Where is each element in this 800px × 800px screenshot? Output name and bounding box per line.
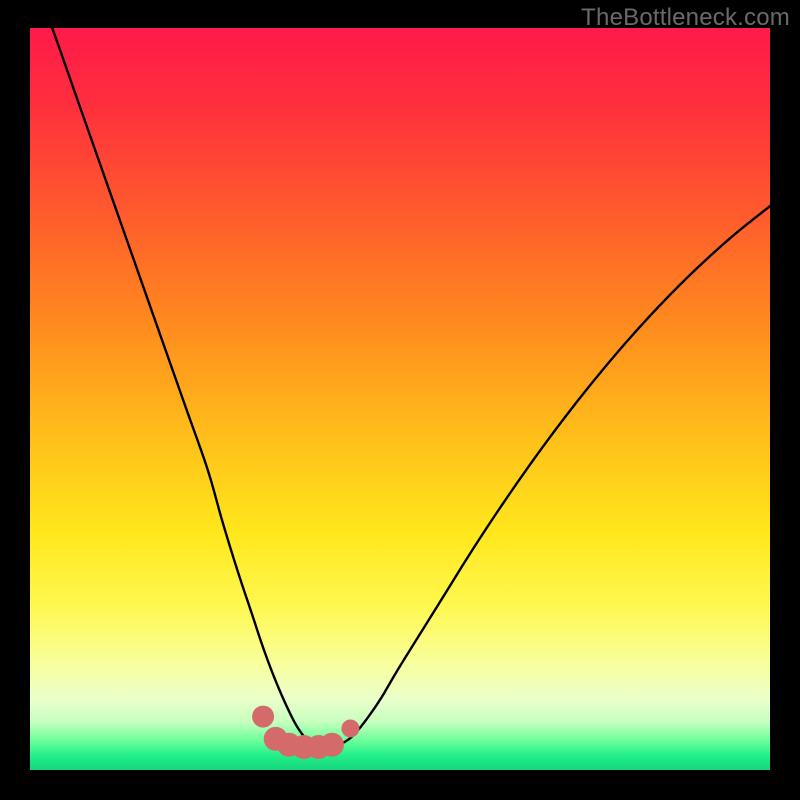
bottleneck-marker <box>252 706 274 728</box>
bottleneck-marker <box>320 733 344 757</box>
plot-frame <box>30 28 770 770</box>
bottleneck-marker <box>341 719 359 737</box>
watermark-text: TheBottleneck.com <box>581 4 790 32</box>
chart-container: TheBottleneck.com <box>0 0 800 800</box>
markers-layer <box>30 28 770 770</box>
